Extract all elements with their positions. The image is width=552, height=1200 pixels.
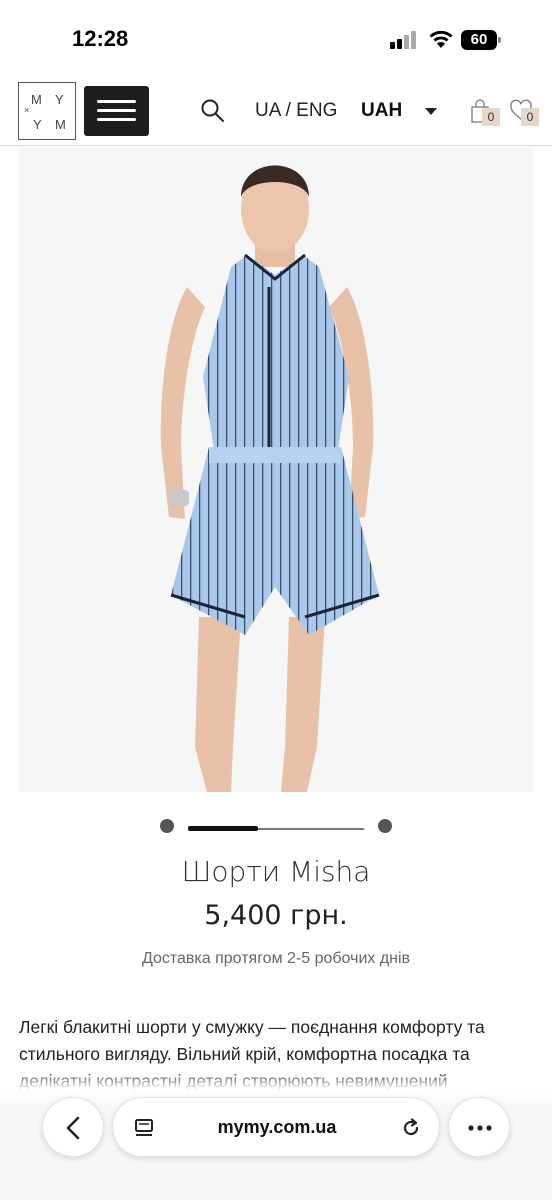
product-price: 5,400 грн.	[204, 900, 348, 931]
logo-letter: M	[31, 92, 43, 107]
chevron-left-icon	[66, 1116, 80, 1140]
browser-back-button[interactable]	[42, 1097, 104, 1157]
cellular-signal-icon	[390, 31, 420, 49]
menu-icon	[97, 100, 136, 103]
cart-button[interactable]: 0	[470, 98, 500, 126]
wishlist-count-badge: 0	[521, 108, 539, 126]
product-image[interactable]	[19, 147, 533, 792]
slider-next-dot[interactable]	[378, 819, 392, 833]
site-header: M Y × Y M UA / ENG UAH 0 0	[0, 80, 552, 146]
status-bar: 12:28 60	[0, 0, 552, 80]
browser-more-button[interactable]	[448, 1097, 510, 1157]
chevron-down-icon[interactable]	[425, 108, 437, 115]
logo-letter: ×	[24, 105, 31, 115]
language-switch[interactable]: UA / ENG	[255, 100, 337, 122]
wishlist-button[interactable]: 0	[509, 98, 539, 126]
menu-button[interactable]	[84, 86, 149, 136]
logo-letter: M	[55, 117, 67, 132]
delivery-info: Доставка протягом 2-5 робочих днів	[141, 950, 411, 967]
wifi-icon	[429, 30, 453, 48]
product-title: Шорти Misha	[181, 855, 371, 888]
currency-select[interactable]: UAH	[361, 100, 402, 122]
model-photo-illustration	[19, 147, 533, 792]
slider-prev-dot[interactable]	[160, 819, 174, 833]
battery-icon: 60	[461, 30, 501, 50]
more-horizontal-icon	[468, 1125, 492, 1131]
slider-progress	[188, 826, 258, 831]
status-time: 12:28	[72, 26, 129, 51]
battery-level: 60	[461, 30, 497, 50]
reload-icon[interactable]	[399, 1116, 423, 1140]
image-slider[interactable]	[160, 817, 392, 835]
logo-letter: Y	[55, 92, 65, 107]
search-icon[interactable]	[200, 98, 226, 124]
site-logo[interactable]: M Y × Y M	[18, 82, 76, 140]
address-bar[interactable]: mymy.com.ua	[112, 1097, 440, 1157]
url-text[interactable]: mymy.com.ua	[113, 1117, 441, 1138]
logo-letter: Y	[33, 117, 43, 132]
cart-count-badge: 0	[482, 108, 500, 126]
